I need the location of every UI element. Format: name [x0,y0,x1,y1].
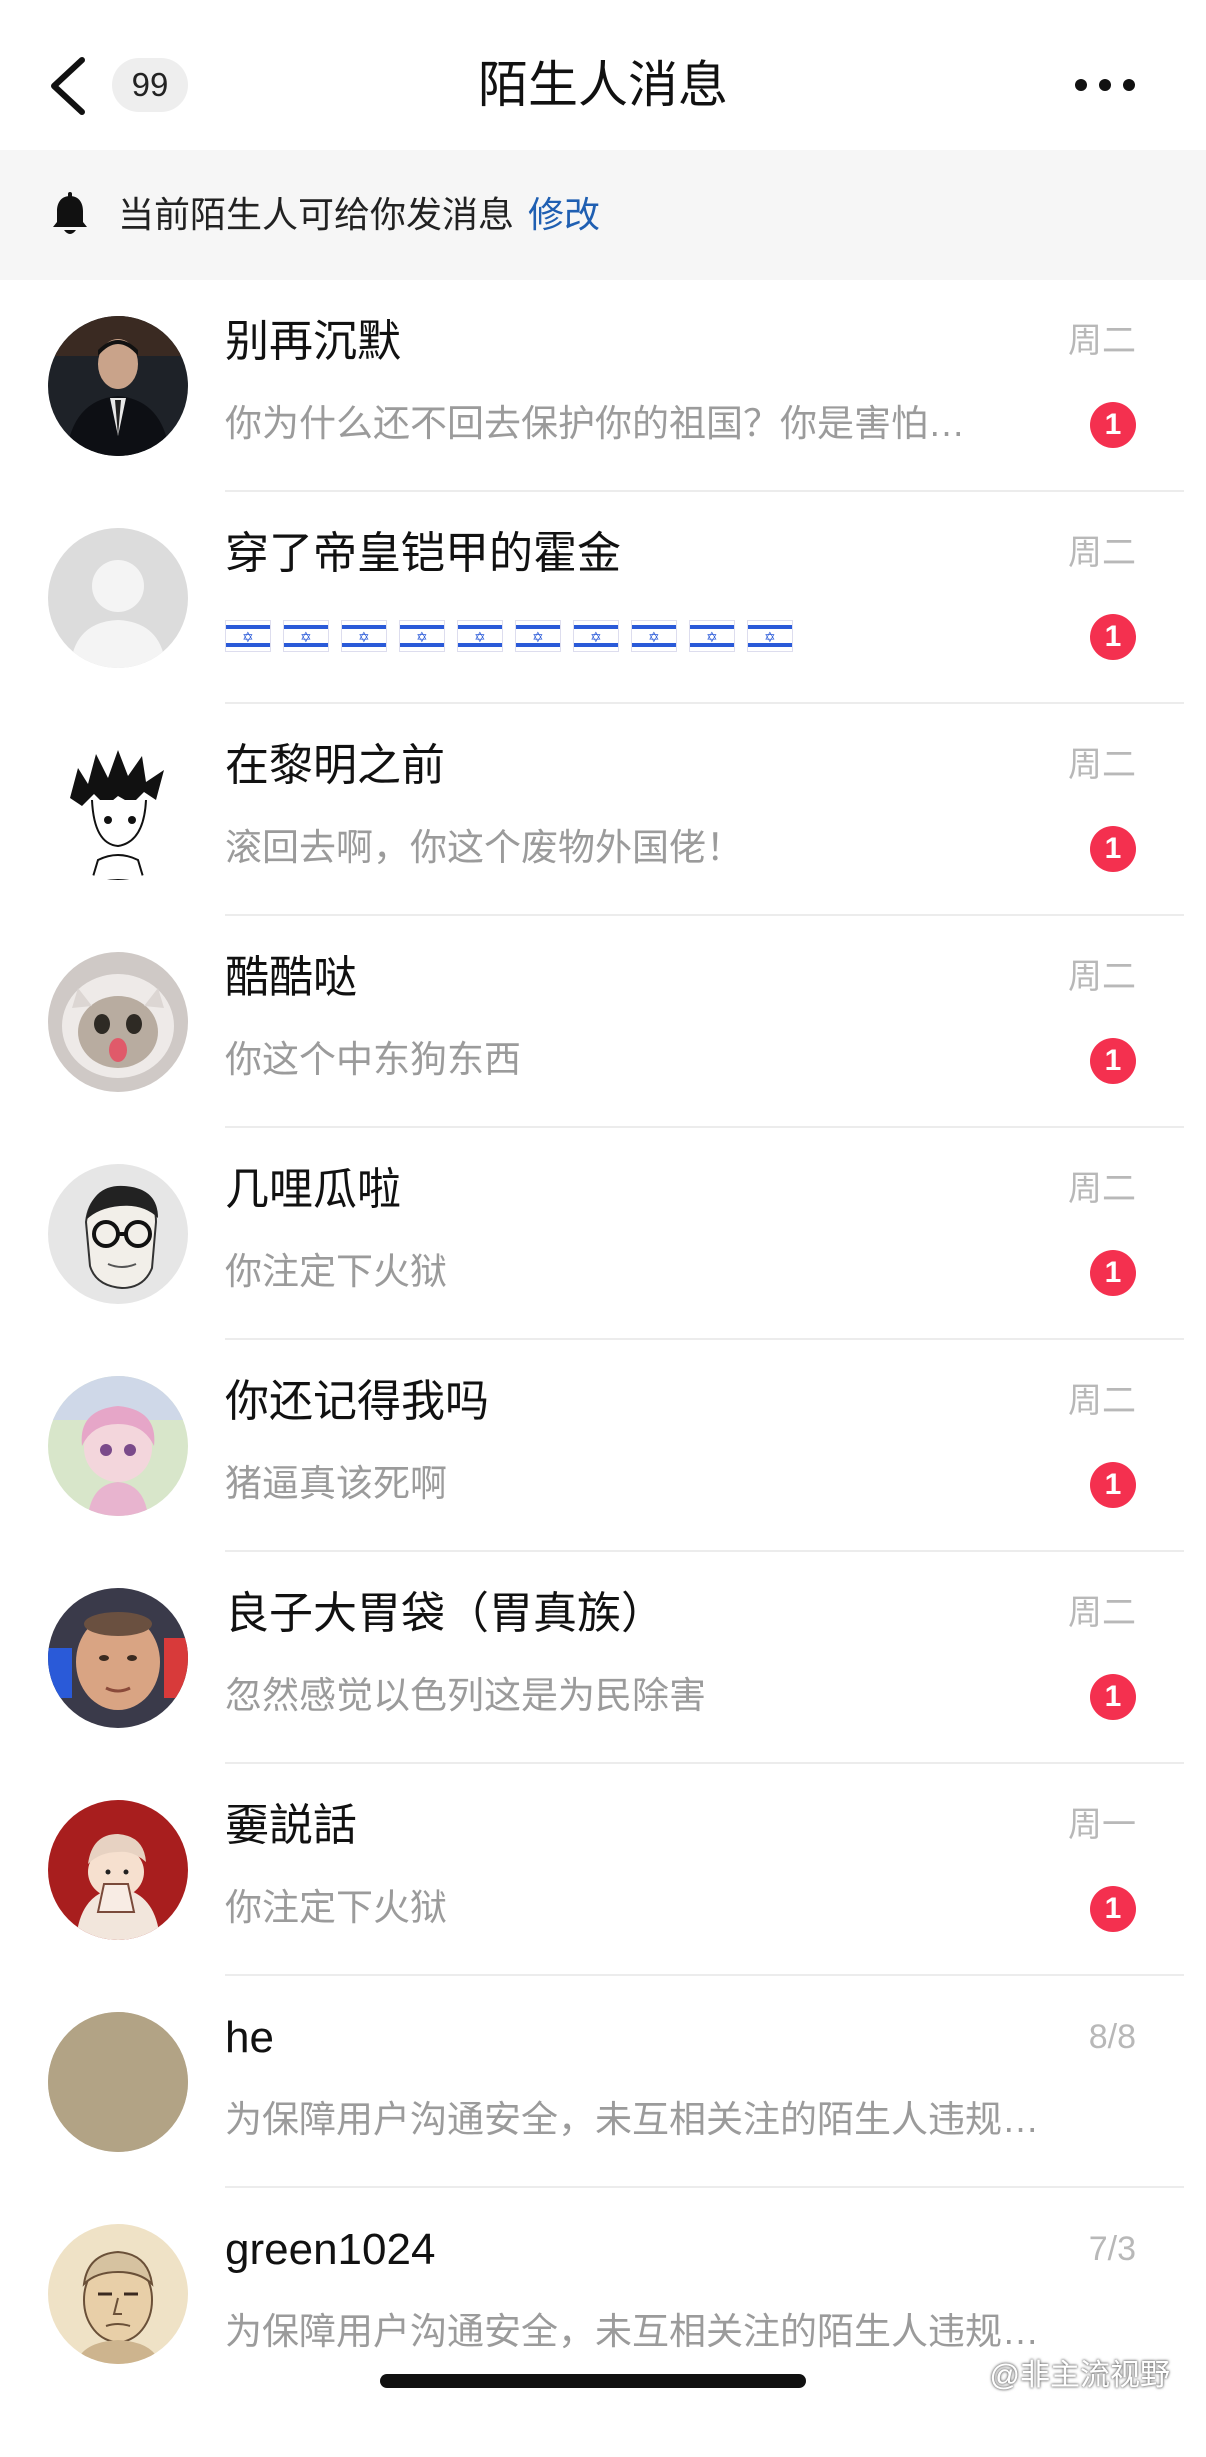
sender-name: green1024 [225,2225,436,2274]
message-item[interactable]: he 8/8 为保障用户沟通安全，未互相关注的陌生人违规… [0,1976,1206,2188]
sender-name: 几哩瓜啦 [225,1165,401,1214]
home-indicator[interactable] [380,2374,806,2388]
message-time: 周二 [1068,1170,1136,1208]
bell-icon [53,192,87,234]
message-item[interactable]: 几哩瓜啦 周二 你注定下火狱 1 [0,1128,1206,1340]
israel-flag-icon: ✡ [515,620,561,652]
notice-text: 当前陌生人可给你发消息 [118,194,515,235]
unread-badge: 1 [1090,1250,1136,1296]
watermark: @非主流视野 [989,2359,1170,2392]
israel-flag-icon: ✡ [689,620,735,652]
message-time: 周二 [1068,958,1136,996]
israel-flag-icon: ✡ [457,620,503,652]
message-preview: 为保障用户沟通安全，未互相关注的陌生人违规… [225,2099,1039,2140]
unread-badge: 1 [1090,1886,1136,1932]
sender-name: 在黎明之前 [225,741,445,790]
unread-badge: 1 [1090,402,1136,448]
message-item[interactable]: 良子大胃袋（胃真族） 周二 忽然感觉以色列这是为民除害 1 [0,1552,1206,1764]
message-preview: ✡ ✡ ✡ ✡ ✡ ✡ ✡ ✡ ✡ ✡ [225,614,793,658]
message-item[interactable]: 你还记得我吗 周二 猪逼真该死啊 1 [0,1340,1206,1552]
israel-flag-icon: ✡ [399,620,445,652]
message-time: 周二 [1068,534,1136,572]
israel-flag-icon: ✡ [225,620,271,652]
message-item[interactable]: 穿了帝皇铠甲的霍金 周二 ✡ ✡ ✡ ✡ ✡ ✡ ✡ ✡ ✡ ✡ 1 [0,492,1206,704]
message-preview: 猪逼真该死啊 [225,1463,447,1504]
message-time: 周二 [1068,322,1136,360]
message-preview: 滚回去啊，你这个废物外国佬！ [225,827,743,868]
avatar[interactable] [48,1588,188,1728]
message-time: 周二 [1068,746,1136,784]
avatar[interactable] [48,1376,188,1516]
avatar[interactable] [48,952,188,1092]
avatar[interactable] [48,1800,188,1940]
permission-notice: 当前陌生人可给你发消息 修改 [0,150,1206,280]
message-preview: 你注定下火狱 [225,1887,447,1928]
message-preview: 忽然感觉以色列这是为民除害 [225,1675,706,1716]
avatar[interactable] [48,528,188,668]
avatar[interactable] [48,316,188,456]
unread-badge: 1 [1090,1038,1136,1084]
message-time: 8/8 [1088,2018,1136,2056]
message-preview: 你这个中东狗东西 [225,1039,521,1080]
avatar[interactable] [48,2224,188,2364]
unread-badge: 1 [1090,826,1136,872]
message-item[interactable]: 嫑説話 周一 你注定下火狱 1 [0,1764,1206,1976]
unread-badge: 1 [1090,614,1136,660]
israel-flag-icon: ✡ [573,620,619,652]
avatar[interactable] [48,1164,188,1304]
message-time: 周二 [1068,1594,1136,1632]
message-time: 周一 [1068,1806,1136,1844]
sender-name: he [225,2013,274,2062]
message-item[interactable]: 酷酷哒 周二 你这个中东狗东西 1 [0,916,1206,1128]
israel-flag-icon: ✡ [341,620,387,652]
israel-flag-icon: ✡ [631,620,677,652]
israel-flag-icon: ✡ [747,620,793,652]
message-item[interactable]: 在黎明之前 周二 滚回去啊，你这个废物外国佬！ 1 [0,704,1206,916]
nav-bar: 99 陌生人消息 [0,0,1206,150]
sender-name: 你还记得我吗 [225,1377,489,1426]
sender-name: 嫑説話 [225,1801,357,1850]
message-item[interactable]: 别再沉默 周二 你为什么还不回去保护你的祖国？你是害怕… 1 [0,280,1206,492]
sender-name: 穿了帝皇铠甲的霍金 [225,529,621,578]
unread-badge: 1 [1090,1674,1136,1720]
unread-badge: 1 [1090,1462,1136,1508]
sender-name: 良子大胃袋（胃真族） [225,1589,665,1638]
message-time: 7/3 [1088,2230,1136,2268]
message-preview: 为保障用户沟通安全，未互相关注的陌生人违规… [225,2311,1039,2352]
more-horizontal-icon[interactable] [1070,68,1140,102]
message-list: 别再沉默 周二 你为什么还不回去保护你的祖国？你是害怕… 1 穿了帝皇铠甲的霍金… [0,280,1206,2400]
sender-name: 别再沉默 [225,317,401,366]
modify-link[interactable]: 修改 [528,194,600,235]
avatar[interactable] [48,2012,188,2152]
sender-name: 酷酷哒 [225,953,357,1002]
message-time: 周二 [1068,1382,1136,1420]
message-preview: 你为什么还不回去保护你的祖国？你是害怕… [225,403,965,444]
page-title: 陌生人消息 [478,57,728,113]
message-preview: 你注定下火狱 [225,1251,447,1292]
avatar[interactable] [48,740,188,880]
israel-flag-icon: ✡ [283,620,329,652]
